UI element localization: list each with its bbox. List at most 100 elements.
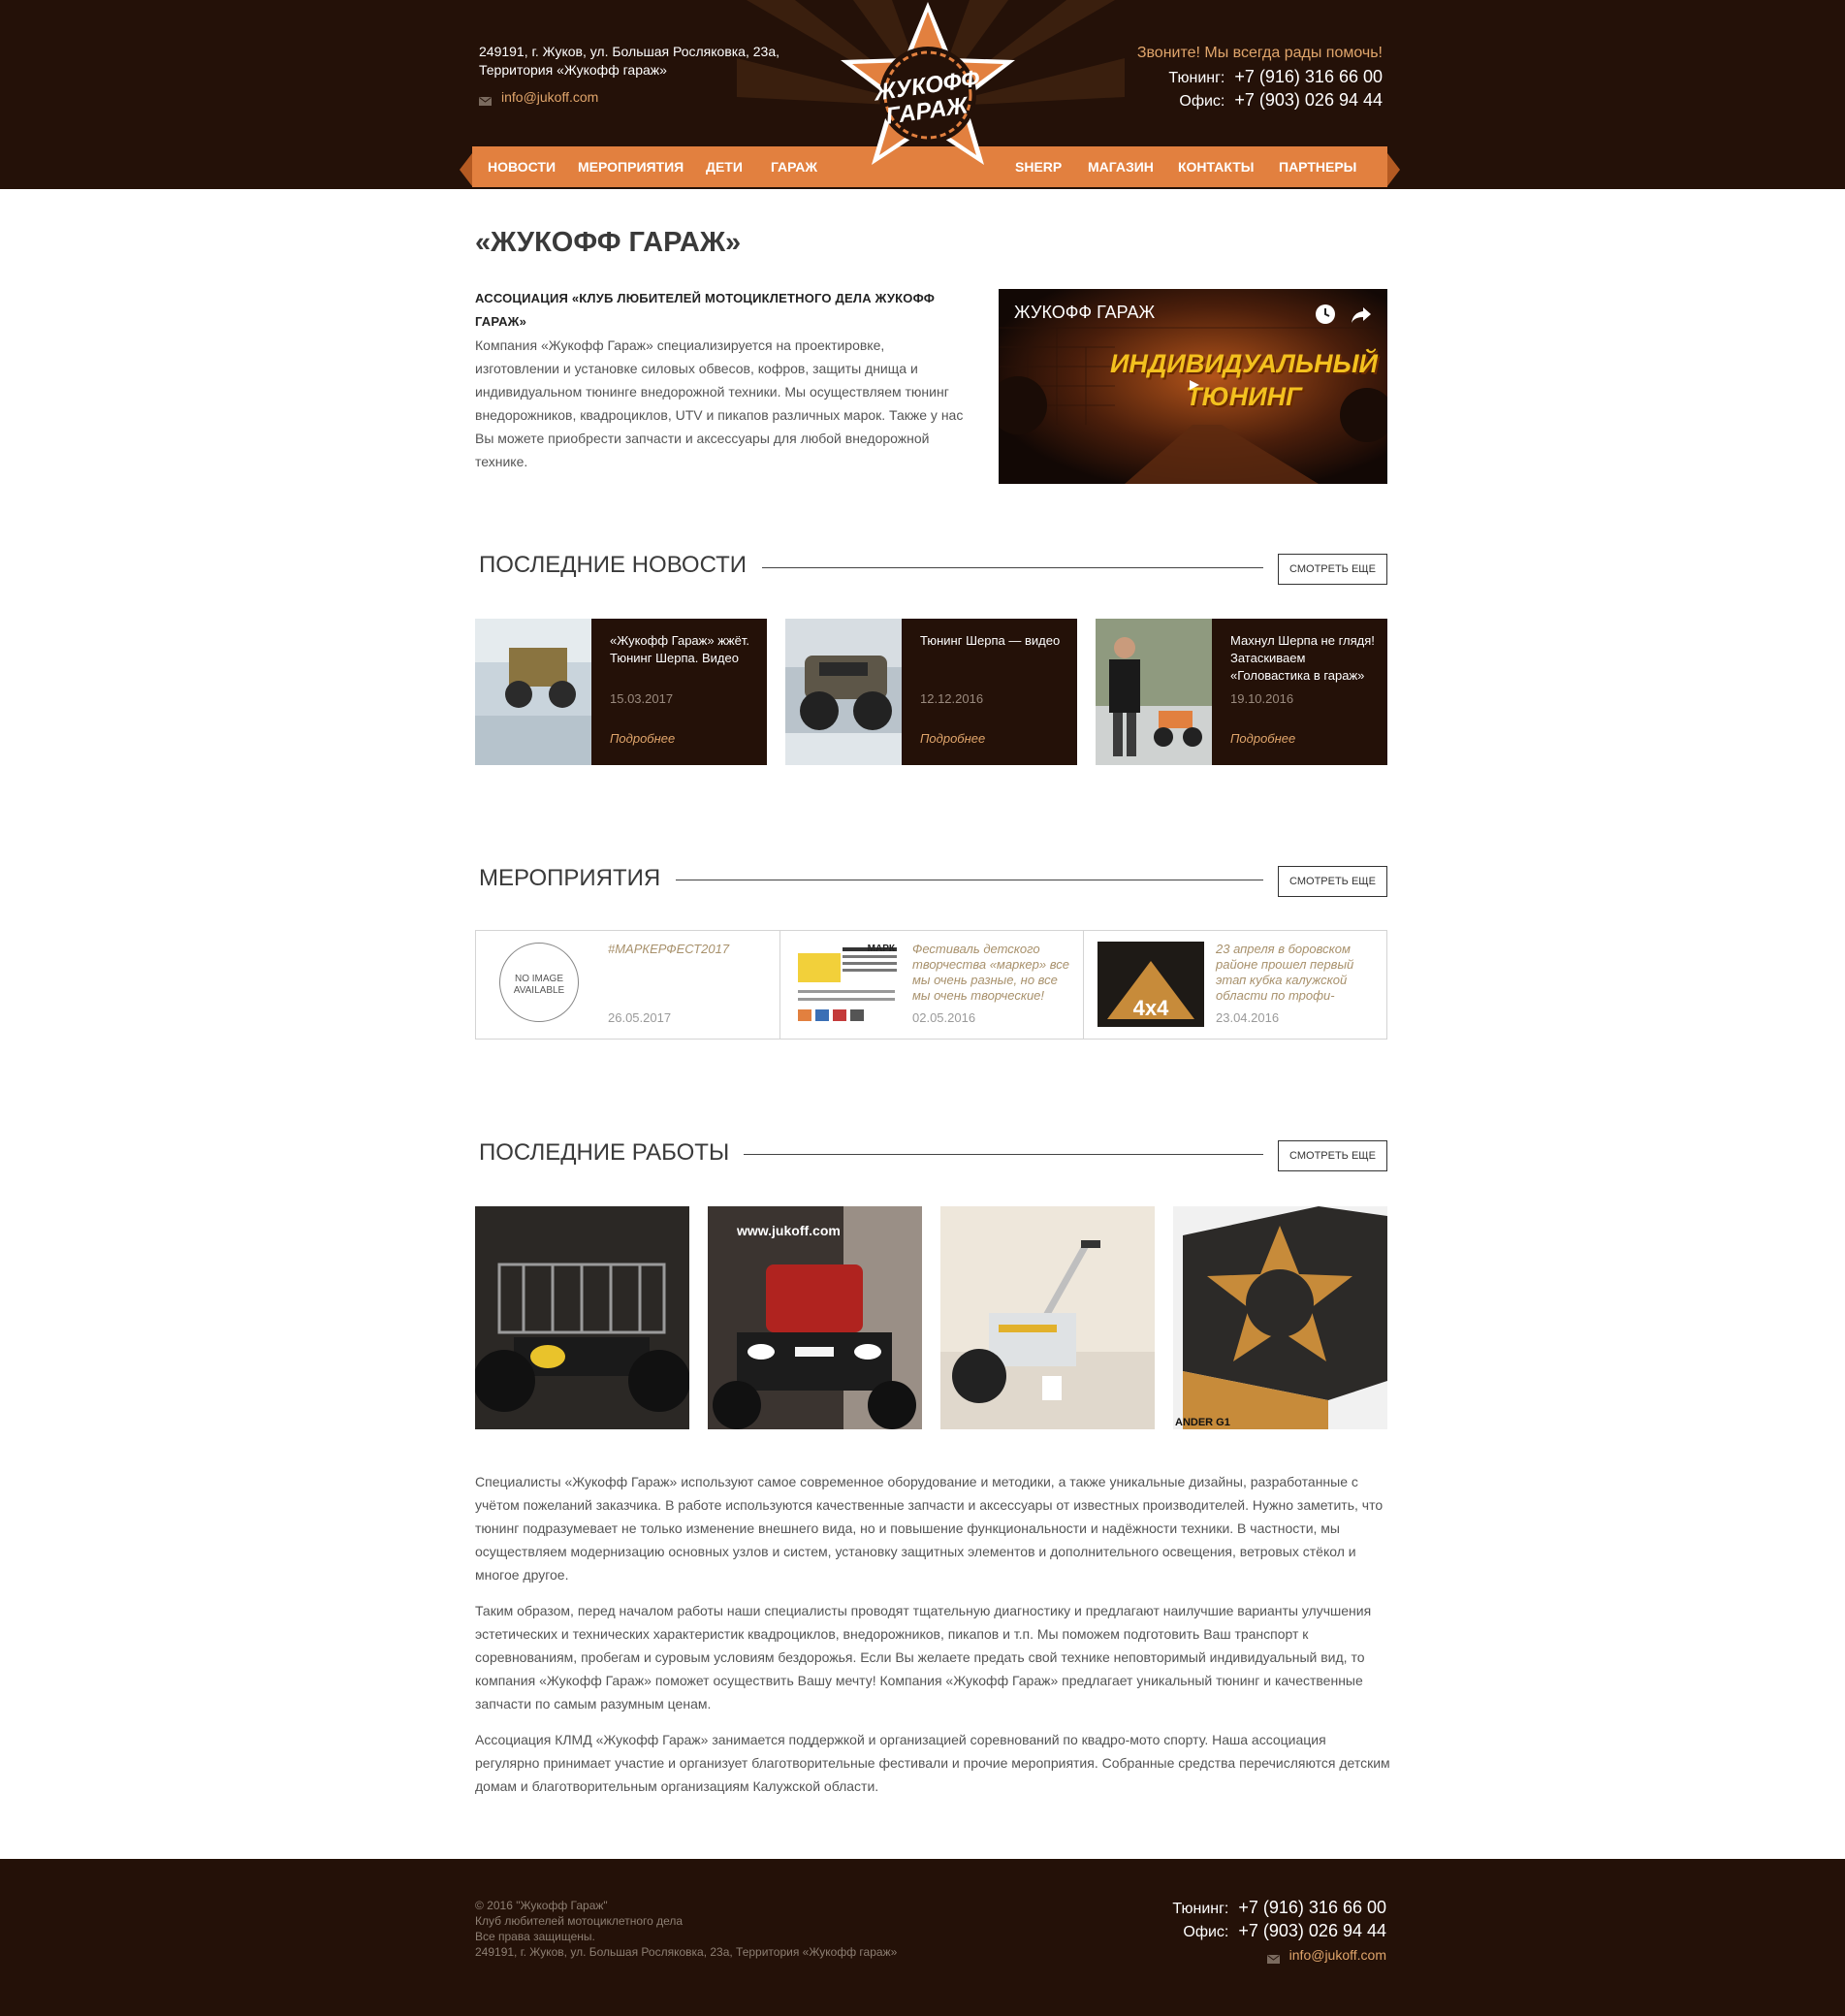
news-more-link[interactable]: Подробнее xyxy=(920,731,985,746)
footer-address: 249191, г. Жуков, ул. Большая Росляковка… xyxy=(475,1945,898,1959)
nav-item-shop[interactable]: МАГАЗИН xyxy=(1088,146,1154,187)
phone-number[interactable]: +7 (903) 026 94 44 xyxy=(1238,1921,1386,1940)
header-phones: Звоните! Мы всегда рады помочь! Тюнинг: +… xyxy=(1137,45,1383,112)
work-image: ANDER G1 xyxy=(1173,1206,1387,1429)
news-image xyxy=(785,619,902,765)
footer-email-link[interactable]: info@jukoff.com xyxy=(1289,1947,1386,1963)
intro-text: АССОЦИАЦИЯ «КЛУБ ЛЮБИТЕЛЕЙ МОТОЦИКЛЕТНОГ… xyxy=(475,287,970,473)
footer-phone-tuning[interactable]: Тюнинг: +7 (916) 316 66 00 xyxy=(1172,1897,1386,1920)
video-banner-line1: ИНДИВИДУАЛЬНЫЙ xyxy=(1110,349,1378,378)
event-poster: 4x4 xyxy=(1097,942,1204,1027)
phone-number[interactable]: +7 (916) 316 66 00 xyxy=(1238,1898,1386,1917)
footer-copyright: © 2016 "Жукофф Гараж" xyxy=(475,1899,608,1912)
video-banner: ИНДИВИДУАЛЬНЫЙ ТЮНИНГ xyxy=(1110,347,1378,413)
work-image: www.jukoff.com xyxy=(708,1206,922,1429)
envelope-icon xyxy=(1266,1951,1280,1964)
event-poster: МАРК xyxy=(794,942,901,1027)
nav-item-partners[interactable]: ПАРТНЕРЫ xyxy=(1279,146,1356,187)
news-divider xyxy=(762,567,1263,568)
play-icon[interactable] xyxy=(1181,376,1206,394)
nav-ribbon-fold-left xyxy=(460,153,472,186)
footer-email[interactable]: info@jukoff.com xyxy=(1172,1947,1386,1964)
news-date: 19.10.2016 xyxy=(1230,691,1294,706)
news-title[interactable]: «Жукофф Гараж» жжёт. Тюнинг Шерпа. Видео xyxy=(610,632,755,667)
news-image xyxy=(475,619,591,765)
no-image-placeholder: NO IMAGE AVAILABLE xyxy=(499,943,579,1022)
news-card[interactable]: Махнул Шерпа не глядя! Затаскиваем «Голо… xyxy=(1096,619,1387,765)
event-date: 23.04.2016 xyxy=(1216,1010,1280,1025)
work-image xyxy=(940,1206,1155,1429)
news-title[interactable]: Тюнинг Шерпа — видео xyxy=(920,632,1066,650)
event-text[interactable]: #МАРКЕРФЕСТ2017 xyxy=(608,942,768,957)
event-item[interactable]: МАРК Фестиваль детского творчества «марк… xyxy=(779,931,1083,1039)
works-more-button[interactable]: СМОТРЕТЬ ЕЩЕ xyxy=(1278,1140,1387,1171)
video-player[interactable]: ЖУКОФФ ГАРАЖ ИНДИВИДУАЛЬНЫЙ ТЮНИНГ xyxy=(999,289,1387,484)
events-heading: МЕРОПРИЯТИЯ xyxy=(479,865,661,891)
work-thumbnail[interactable] xyxy=(475,1206,689,1429)
about-paragraph: Ассоциация КЛМД «Жукофф Гараж» занимаетс… xyxy=(475,1732,1390,1794)
works-divider xyxy=(744,1154,1263,1155)
share-icon[interactable] xyxy=(1350,303,1373,326)
site-logo[interactable]: ЖУКОФФ ГАРАЖ xyxy=(831,0,1025,184)
event-poster-label: МАРК xyxy=(868,944,896,954)
event-date: 02.05.2016 xyxy=(912,1010,976,1025)
header-email-link[interactable]: info@jukoff.com xyxy=(501,89,598,105)
work-thumbnail[interactable]: ANDER G1 xyxy=(1173,1206,1387,1429)
works-heading: ПОСЛЕДНИЕ РАБОТЫ xyxy=(479,1139,730,1166)
call-text: Звоните! Мы всегда рады помочь! xyxy=(1136,45,1383,61)
news-more-link[interactable]: Подробнее xyxy=(610,731,675,746)
news-title[interactable]: Махнул Шерпа не глядя! Затаскиваем «Голо… xyxy=(1230,632,1376,685)
event-text[interactable]: Фестиваль детского творчества «маркер» в… xyxy=(912,942,1072,1004)
envelope-icon xyxy=(479,93,492,106)
about-text: Специалисты «Жукофф Гараж» используют са… xyxy=(475,1470,1391,1810)
news-image xyxy=(1096,619,1212,765)
phone-label: Тюнинг: xyxy=(1172,1901,1229,1917)
work-thumbnail[interactable]: www.jukoff.com xyxy=(708,1206,922,1429)
footer-line: Все права защищены. xyxy=(475,1930,595,1943)
events-more-button[interactable]: СМОТРЕТЬ ЕЩЕ xyxy=(1278,866,1387,897)
nav-item-garage[interactable]: ГАРАЖ xyxy=(771,146,817,187)
event-item[interactable]: 4x4 23 апреля в боровском районе прошел … xyxy=(1083,931,1386,1039)
phone-label: Офис: xyxy=(1179,93,1225,110)
event-date: 26.05.2017 xyxy=(608,1010,672,1025)
header-address: 249191, г. Жуков, ул. Большая Росляковка… xyxy=(479,44,779,78)
nav-item-kids[interactable]: ДЕТИ xyxy=(706,146,743,187)
phone-label: Офис: xyxy=(1183,1924,1229,1940)
nav-ribbon-fold-right xyxy=(1387,153,1400,186)
about-paragraph: Специалисты «Жукофф Гараж» используют са… xyxy=(475,1474,1384,1583)
news-heading: ПОСЛЕДНИЕ НОВОСТИ xyxy=(479,552,748,578)
work-thumbnail[interactable] xyxy=(940,1206,1155,1429)
page-title: «ЖУКОФФ ГАРАЖ» xyxy=(475,227,742,258)
news-date: 15.03.2017 xyxy=(610,691,674,706)
footer-contacts: Тюнинг: +7 (916) 316 66 00 Офис: +7 (903) … xyxy=(1172,1897,1386,1964)
nav-item-contacts[interactable]: КОНТАКТЫ xyxy=(1178,146,1254,187)
footer-phone-office[interactable]: Офис: +7 (903) 026 94 44 xyxy=(1172,1920,1386,1943)
video-banner-line2: ТЮНИНГ xyxy=(1186,382,1302,411)
phone-label: Тюнинг: xyxy=(1168,70,1225,86)
site-footer: © 2016 "Жукофф Гараж" Клуб любителей мот… xyxy=(0,1859,1845,2016)
intro-heading: АССОЦИАЦИЯ «КЛУБ ЛЮБИТЕЛЕЙ МОТОЦИКЛЕТНОГ… xyxy=(475,291,936,329)
footer-line: Клуб любителей мотоциклетного дела xyxy=(475,1914,684,1928)
header-email[interactable]: info@jukoff.com xyxy=(479,89,598,106)
event-poster-label: 4x4 xyxy=(1133,996,1169,1020)
news-more-button[interactable]: СМОТРЕТЬ ЕЩЕ xyxy=(1278,554,1387,585)
event-item[interactable]: NO IMAGE AVAILABLE #МАРКЕРФЕСТ2017 26.05… xyxy=(476,931,779,1039)
work-caption-model: ANDER G1 xyxy=(1175,1417,1230,1428)
footer-info: © 2016 "Жукофф Гараж" Клуб любителей мот… xyxy=(475,1898,897,1960)
nav-item-events[interactable]: МЕРОПРИЯТИЯ xyxy=(578,146,684,187)
phone-number[interactable]: +7 (916) 316 66 00 xyxy=(1234,67,1383,86)
about-paragraph: Таким образом, перед началом работы наши… xyxy=(475,1603,1372,1712)
work-image xyxy=(475,1206,689,1429)
phone-tuning[interactable]: Тюнинг: +7 (916) 316 66 00 xyxy=(1137,66,1383,89)
watch-later-icon[interactable] xyxy=(1314,303,1337,326)
nav-item-news[interactable]: НОВОСТИ xyxy=(488,146,556,187)
news-card[interactable]: Тюнинг Шерпа — видео 12.12.2016 Подробне… xyxy=(785,619,1077,765)
news-date: 12.12.2016 xyxy=(920,691,984,706)
phone-number[interactable]: +7 (903) 026 94 44 xyxy=(1234,90,1383,110)
news-more-link[interactable]: Подробнее xyxy=(1230,731,1295,746)
news-card[interactable]: «Жукофф Гараж» жжёт. Тюнинг Шерпа. Видео… xyxy=(475,619,767,765)
events-list: NO IMAGE AVAILABLE #МАРКЕРФЕСТ2017 26.05… xyxy=(475,930,1387,1040)
event-text[interactable]: 23 апреля в боровском районе прошел перв… xyxy=(1216,942,1376,1004)
phone-office[interactable]: Офис: +7 (903) 026 94 44 xyxy=(1137,89,1383,112)
work-caption-site: www.jukoff.com xyxy=(736,1223,841,1238)
